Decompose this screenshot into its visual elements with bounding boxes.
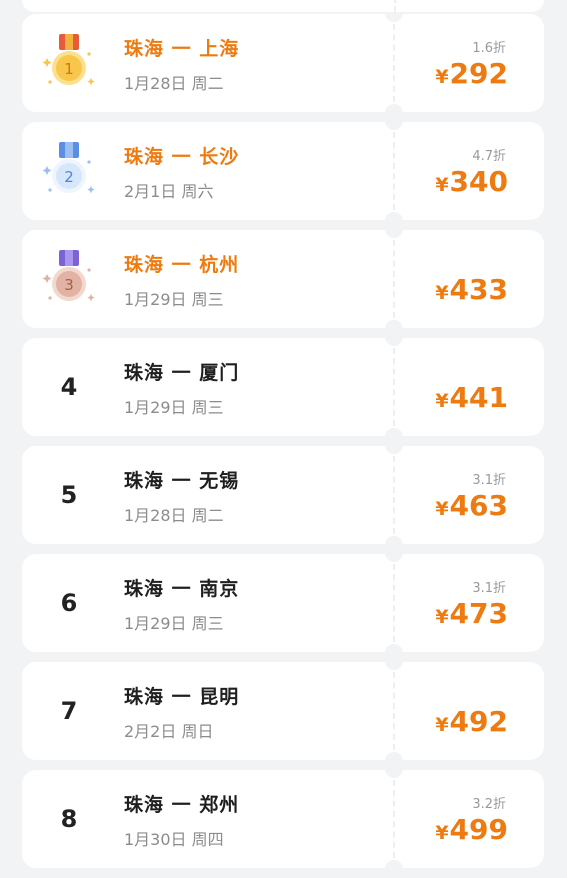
previous-card-stub [22, 0, 544, 12]
price-value: 340 [449, 165, 508, 198]
ticket-divider [393, 672, 395, 750]
departure-date: 2月1日 周六 [124, 182, 214, 201]
ticket-notch [385, 536, 403, 544]
ticket-notch [385, 122, 403, 130]
departure-date: 1月29日 周三 [124, 614, 224, 633]
route-name: 珠海 一 郑州 [124, 794, 240, 816]
silver-medal-icon: 2 [41, 140, 97, 202]
svg-text:1: 1 [64, 60, 74, 78]
ticket-notch [385, 320, 403, 328]
discount-label: 4.7折 [472, 149, 506, 164]
currency-symbol: ¥ [435, 498, 449, 520]
discount-label: 1.6折 [472, 41, 506, 56]
route-card[interactable]: 7 珠海 一 昆明 2月2日 周日 ¥492 [22, 662, 544, 760]
svg-text:3: 3 [64, 276, 74, 294]
ticket-notch [385, 644, 403, 652]
ticket-divider [394, 0, 396, 12]
departure-date: 1月29日 周三 [124, 290, 224, 309]
ticket-notch [385, 770, 403, 778]
departure-date: 1月29日 周三 [124, 398, 224, 417]
ticket-notch [385, 230, 403, 238]
route-name: 珠海 一 长沙 [124, 146, 240, 168]
rank-number: 8 [60, 805, 78, 833]
currency-symbol: ¥ [435, 390, 449, 412]
rank-number: 7 [60, 697, 78, 725]
discount-label: 3.1折 [472, 581, 506, 596]
currency-symbol: ¥ [435, 66, 449, 88]
route-name: 珠海 一 南京 [124, 578, 240, 600]
rank-badge: 2 [38, 140, 100, 202]
ticket-divider [393, 348, 395, 426]
route-name: 珠海 一 杭州 [124, 254, 240, 276]
ticket-notch [385, 446, 403, 454]
ticket-notch [385, 14, 403, 22]
departure-date: 2月2日 周日 [124, 722, 214, 741]
svg-text:2: 2 [64, 168, 74, 186]
currency-symbol: ¥ [435, 714, 449, 736]
price-value: 441 [449, 381, 508, 414]
price: ¥492 [435, 705, 508, 738]
route-name: 珠海 一 昆明 [124, 686, 240, 708]
price-value: 499 [449, 813, 508, 846]
price: ¥463 [435, 489, 508, 522]
discount-label: 3.1折 [472, 473, 506, 488]
departure-date: 1月30日 周四 [124, 830, 224, 849]
price-value: 473 [449, 597, 508, 630]
route-card[interactable]: 3 珠海 一 杭州 1月29日 周三 ¥433 [22, 230, 544, 328]
rank-badge: 1 [38, 32, 100, 94]
price: ¥499 [435, 813, 508, 846]
route-card[interactable]: 4 珠海 一 厦门 1月29日 周三 ¥441 [22, 338, 544, 436]
ticket-divider [393, 132, 395, 210]
departure-date: 1月28日 周二 [124, 74, 224, 93]
ticket-notch [385, 428, 403, 436]
ticket-divider [393, 24, 395, 102]
price: ¥441 [435, 381, 508, 414]
bronze-medal-icon: 3 [41, 248, 97, 310]
ticket-divider [393, 564, 395, 642]
rank-badge: 8 [38, 788, 100, 850]
rank-badge: 7 [38, 680, 100, 742]
ticket-divider [393, 780, 395, 858]
rank-badge: 5 [38, 464, 100, 526]
price-value: 292 [449, 57, 508, 90]
ticket-notch [385, 338, 403, 346]
ticket-notch [385, 104, 403, 112]
rank-badge: 6 [38, 572, 100, 634]
currency-symbol: ¥ [435, 606, 449, 628]
price-value: 463 [449, 489, 508, 522]
ticket-divider [393, 240, 395, 318]
price-value: 492 [449, 705, 508, 738]
currency-symbol: ¥ [435, 282, 449, 304]
ticket-notch [385, 212, 403, 220]
rank-number: 4 [60, 373, 78, 401]
rank-number: 5 [60, 481, 78, 509]
route-card[interactable]: 8 珠海 一 郑州 1月30日 周四 3.2折 ¥499 [22, 770, 544, 868]
currency-symbol: ¥ [435, 822, 449, 844]
rank-badge: 4 [38, 356, 100, 418]
currency-symbol: ¥ [435, 174, 449, 196]
route-name: 珠海 一 无锡 [124, 470, 240, 492]
route-name: 珠海 一 厦门 [124, 362, 240, 384]
route-card[interactable]: 2 珠海 一 长沙 2月1日 周六 4.7折 ¥340 [22, 122, 544, 220]
ticket-notch [385, 752, 403, 760]
gold-medal-icon: 1 [41, 32, 97, 94]
ticket-notch [385, 860, 403, 868]
route-card[interactable]: 1 珠海 一 上海 1月28日 周二 1.6折 ¥292 [22, 14, 544, 112]
route-ranking-list: 1 珠海 一 上海 1月28日 周二 1.6折 ¥292 2 珠海 一 长沙 2… [22, 14, 544, 878]
route-card[interactable]: 6 珠海 一 南京 1月29日 周三 3.1折 ¥473 [22, 554, 544, 652]
price: ¥473 [435, 597, 508, 630]
price: ¥433 [435, 273, 508, 306]
ticket-notch [385, 554, 403, 562]
rank-number: 6 [60, 589, 78, 617]
route-card[interactable]: 5 珠海 一 无锡 1月28日 周二 3.1折 ¥463 [22, 446, 544, 544]
price-value: 433 [449, 273, 508, 306]
ticket-divider [393, 456, 395, 534]
price: ¥340 [435, 165, 508, 198]
rank-badge: 3 [38, 248, 100, 310]
price: ¥292 [435, 57, 508, 90]
discount-label: 3.2折 [472, 797, 506, 812]
departure-date: 1月28日 周二 [124, 506, 224, 525]
ticket-notch [385, 662, 403, 670]
route-name: 珠海 一 上海 [124, 38, 240, 60]
